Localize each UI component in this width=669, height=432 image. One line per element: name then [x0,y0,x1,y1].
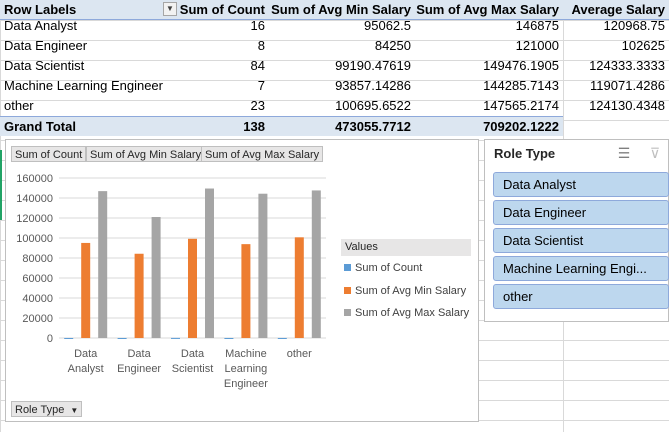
y-tick-label: 40000 [22,293,53,305]
slicer-item[interactable]: Machine Learning Engi... [493,256,669,281]
row-labels-filter-icon[interactable]: ▼ [163,2,177,16]
multi-select-icon[interactable]: ☰ [614,144,634,162]
y-tick-label: 120000 [16,213,53,225]
selection-edge [0,150,2,220]
row-label[interactable]: Data Analyst [0,16,179,36]
y-tick-label: 80000 [22,253,53,265]
legend-label: Sum of Avg Min Salary [355,285,467,297]
row-label[interactable]: Machine Learning Engineer [0,76,179,96]
row-label[interactable]: Data Engineer [0,36,179,56]
legend-swatch [344,264,351,271]
bar [205,188,214,338]
chart-plot: 0 20000 40000 60000 80000 100000 120000 140000 1… [16,173,326,390]
bar [311,190,321,338]
legend-item-count: Sum of Count [344,262,422,274]
row-label[interactable]: other [0,96,179,116]
sum-of-count-field-button[interactable]: Sum of Count [11,146,87,162]
min-cell[interactable]: 95062.5 [269,16,415,36]
role-type-slicer[interactable]: Role Type ☰ ⊽ Data Analyst Data Engineer… [484,139,669,322]
row-label[interactable]: Data Scientist [0,56,179,76]
x-tick-label: Data [127,348,151,360]
bar [171,337,180,339]
slicer-item[interactable]: Data Scientist [493,228,669,253]
sum-of-max-field-button[interactable]: Sum of Avg Max Salary [201,146,324,162]
table-row[interactable]: Data Scientist 84 99190.47619 149476.190… [0,56,669,76]
x-tick-label: Scientist [172,363,214,375]
count-cell[interactable]: 8 [179,36,269,56]
legend-title: Values [341,239,471,256]
min-cell[interactable]: 99190.47619 [269,56,415,76]
slicer-item[interactable]: Data Analyst [493,172,669,197]
slicer-item[interactable]: other [493,284,669,309]
max-cell[interactable]: 149476.1905 [415,56,563,76]
slicer-title: Role Type [494,146,556,161]
y-tick-label: 100000 [16,233,53,245]
bar [277,337,287,339]
x-tick-label: Engineer [117,363,161,375]
count-cell[interactable]: 84 [179,56,269,76]
sum-of-min-field-button[interactable]: Sum of Avg Min Salary [86,146,206,162]
bar [98,191,108,338]
legend-swatch [344,287,351,294]
min-cell[interactable]: 100695.6522 [269,96,415,116]
table-row[interactable]: Data Engineer 8 84250 121000 102625 [0,36,669,56]
pivot-chart[interactable]: Sum of Count Sum of Avg Min Salary Sum o… [5,139,479,422]
count-cell[interactable]: 23 [179,96,269,116]
bar [258,193,268,338]
bar [64,337,74,339]
table-row[interactable]: Machine Learning Engineer 7 93857.14286 … [0,76,669,96]
y-tick-label: 0 [47,333,53,345]
min-cell[interactable]: 84250 [269,36,415,56]
total-max-cell[interactable]: 709202.1222 [415,116,563,136]
bar [134,253,144,338]
count-cell[interactable]: 7 [179,76,269,96]
bar [81,242,91,338]
bar [241,244,251,338]
max-cell[interactable]: 146875 [415,16,563,36]
slicer-item[interactable]: Data Engineer [493,200,669,225]
axis-field-label: Role Type [15,404,65,416]
x-tick-label: Data [74,348,98,360]
y-tick-label: 60000 [22,273,53,285]
count-cell[interactable]: 16 [179,16,269,36]
x-tick-label: Analyst [68,363,104,375]
bar [224,337,234,339]
legend-label: Sum of Count [355,262,423,274]
clear-filter-icon[interactable]: ⊽ [645,144,665,162]
legend-item-max: Sum of Avg Max Salary [344,307,469,319]
grand-total-row[interactable]: Grand Total 138 473055.7712 709202.1222 [0,116,669,136]
x-tick-label: Machine [225,348,267,360]
total-count-cell[interactable]: 138 [179,116,269,136]
table-row[interactable]: other 23 100695.6522 147565.2174 124130.… [0,96,669,116]
bar [188,238,197,338]
avg-cell[interactable]: 124130.4348 [563,96,669,116]
y-tick-label: 20000 [22,313,53,325]
legend-swatch [344,309,351,316]
table-row[interactable]: Data Analyst 16 95062.5 146875 120968.75 [0,16,669,36]
max-cell[interactable]: 121000 [415,36,563,56]
legend-item-min: Sum of Avg Min Salary [344,285,466,297]
grand-total-label[interactable]: Grand Total [0,116,179,136]
x-tick-label: Learning [224,363,267,375]
avg-cell[interactable]: 102625 [563,36,669,56]
avg-cell[interactable]: 120968.75 [563,16,669,36]
max-cell[interactable]: 144285.7143 [415,76,563,96]
role-type-axis-field-button[interactable]: Role Type ▼ [11,401,83,417]
avg-cell[interactable]: 119071.4286 [563,76,669,96]
x-tick-label: Engineer [224,378,268,390]
avg-cell[interactable]: 124333.3333 [563,56,669,76]
y-tick-label: 140000 [16,193,53,205]
min-cell[interactable]: 93857.14286 [269,76,415,96]
x-tick-label: other [287,348,312,360]
bar [117,337,127,339]
y-tick-label: 160000 [16,173,53,185]
chevron-down-icon: ▼ [70,406,79,415]
bar [151,217,161,338]
max-cell[interactable]: 147565.2174 [415,96,563,116]
total-min-cell[interactable]: 473055.7712 [269,116,415,136]
bar [294,237,304,338]
legend-label: Sum of Avg Max Salary [355,307,470,319]
x-tick-label: Data [181,348,205,360]
